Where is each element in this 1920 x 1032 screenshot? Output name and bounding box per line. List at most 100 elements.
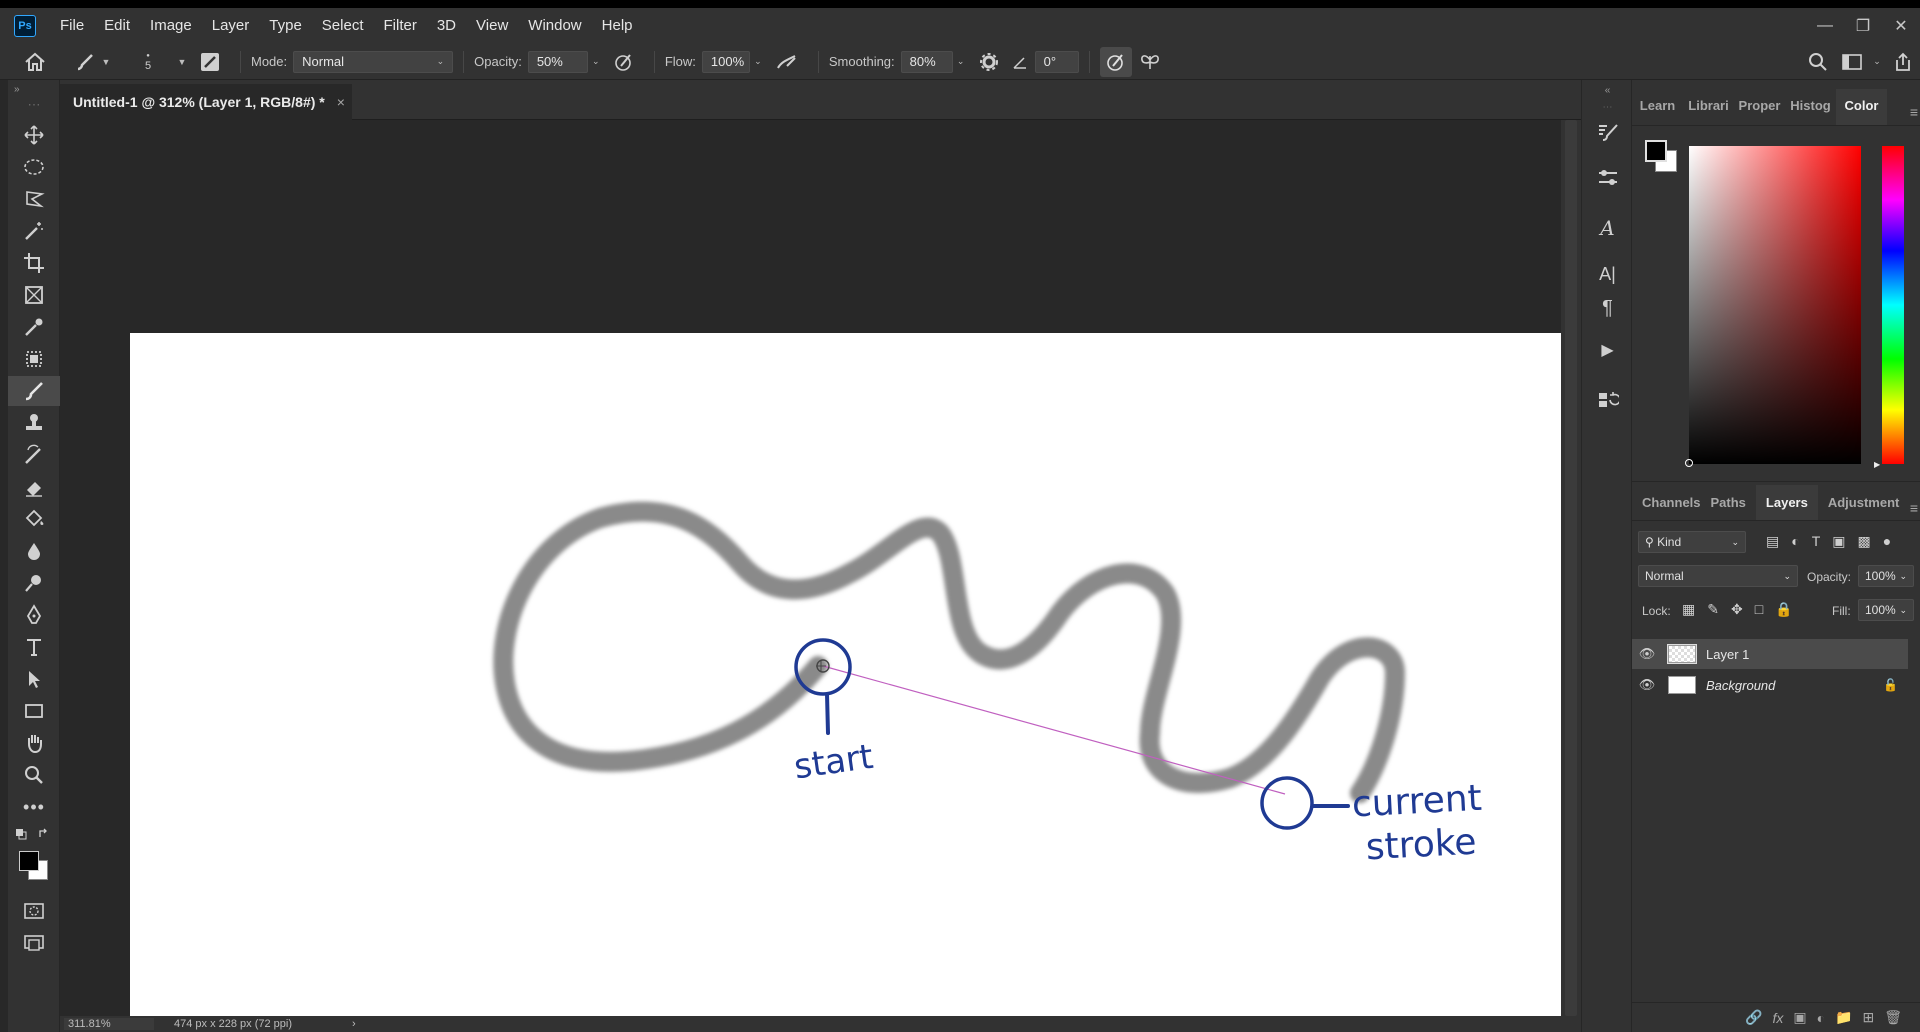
chevron-right-icon[interactable]: › — [352, 1018, 356, 1030]
menu-file[interactable]: File — [50, 8, 94, 44]
search-icon[interactable] — [1800, 44, 1836, 80]
document-canvas[interactable]: start current stroke — [130, 333, 1609, 1032]
opacity-input[interactable]: 50% — [527, 50, 588, 73]
filter-smart-object-icon[interactable]: ▩ — [1858, 533, 1871, 550]
history-panel-icon[interactable] — [1582, 382, 1633, 418]
layer-row-layer-1[interactable]: 👁 Layer 1 — [1632, 639, 1908, 669]
menu-image[interactable]: Image — [140, 8, 202, 44]
adjustments-panel-icon[interactable] — [1582, 160, 1633, 196]
filter-type-icon[interactable]: T — [1812, 533, 1821, 550]
collapse-toolbar-icon[interactable]: » — [8, 82, 60, 96]
tab-layers[interactable]: Layers — [1755, 485, 1818, 520]
foreground-background-swatches[interactable] — [8, 846, 60, 886]
magic-wand-tool-icon[interactable] — [8, 216, 60, 246]
crop-tool-icon[interactable] — [8, 248, 60, 278]
new-group-icon[interactable]: 📁 — [1835, 1009, 1852, 1026]
delete-layer-icon[interactable]: 🗑 — [1884, 1009, 1902, 1026]
fill-input[interactable]: 100% ⌄ — [1858, 599, 1914, 621]
pressure-opacity-icon[interactable] — [604, 44, 644, 80]
spot-healing-tool-icon[interactable] — [8, 344, 60, 374]
menu-select[interactable]: Select — [312, 8, 374, 44]
workspace-icon[interactable] — [1836, 44, 1868, 80]
glyphs-panel-icon[interactable]: A — [1582, 210, 1633, 246]
scrollbar-thumb[interactable] — [1565, 120, 1577, 1016]
brush-size-picker[interactable]: ● 5 — [122, 44, 174, 80]
symmetry-butterfly-icon[interactable] — [1132, 44, 1168, 80]
vertical-scrollbar[interactable] — [1561, 120, 1581, 1016]
brush-settings-icon[interactable] — [190, 44, 230, 80]
lock-position-icon[interactable]: ✥ — [1731, 601, 1743, 618]
layer-opacity-input[interactable]: 100% ⌄ — [1858, 565, 1914, 587]
color-picker-marker[interactable] — [1685, 459, 1693, 467]
share-icon[interactable] — [1886, 44, 1920, 80]
hue-slider-handle[interactable]: ▶ — [1874, 460, 1880, 469]
default-colors-icon[interactable] — [8, 824, 60, 844]
chevron-down-icon[interactable]: ▼ — [174, 44, 190, 80]
home-icon[interactable] — [0, 44, 70, 80]
close-document-icon[interactable]: × — [337, 94, 345, 110]
zoom-level[interactable]: 311.81% — [64, 1018, 154, 1030]
chevron-down-icon[interactable]: ⌄ — [1868, 44, 1886, 80]
panel-menu-icon[interactable]: ≡ — [1910, 104, 1918, 120]
layer-style-fx-icon[interactable]: fx — [1772, 1010, 1783, 1026]
eyedropper-tool-icon[interactable] — [8, 312, 60, 342]
lasso-tool-icon[interactable] — [8, 184, 60, 214]
quick-mask-icon[interactable] — [8, 896, 60, 926]
close-window-button[interactable]: ✕ — [1882, 8, 1920, 44]
new-layer-icon[interactable]: ⊞ — [1862, 1009, 1874, 1026]
tab-adjustments[interactable]: Adjustment — [1818, 495, 1910, 520]
visibility-eye-icon[interactable]: 👁 — [1632, 677, 1662, 693]
chevron-down-icon[interactable]: ⌄ — [750, 44, 766, 80]
tab-learn[interactable]: Learn — [1632, 89, 1683, 125]
blur-tool-icon[interactable] — [8, 536, 60, 566]
paint-bucket-tool-icon[interactable] — [8, 504, 60, 534]
screen-mode-icon[interactable] — [8, 928, 60, 958]
menu-help[interactable]: Help — [592, 8, 643, 44]
mode-dropdown[interactable]: Normal ⌄ — [293, 50, 454, 73]
filter-pixel-icon[interactable]: ▤ — [1766, 533, 1779, 550]
lock-artboard-icon[interactable]: □ — [1755, 601, 1763, 618]
pen-tool-icon[interactable] — [8, 600, 60, 630]
foreground-color-swatch[interactable] — [19, 851, 39, 871]
foreground-swatch[interactable] — [1645, 140, 1667, 162]
smoothing-settings-gear-icon[interactable] — [969, 44, 1009, 80]
visibility-eye-icon[interactable]: 👁 — [1632, 646, 1662, 662]
color-saturation-field[interactable] — [1689, 146, 1861, 464]
frame-tool-icon[interactable] — [8, 280, 60, 310]
airbrush-icon[interactable] — [766, 44, 808, 80]
canvas-workspace[interactable]: start current stroke — [60, 120, 1609, 1032]
restore-button[interactable]: ❐ — [1844, 8, 1882, 44]
rectangle-tool-icon[interactable] — [8, 696, 60, 726]
clone-stamp-tool-icon[interactable] — [8, 408, 60, 438]
blend-mode-dropdown[interactable]: Normal ⌄ — [1638, 565, 1798, 587]
flow-input[interactable]: 100% — [701, 50, 750, 73]
character-panel-icon[interactable]: A| — [1582, 256, 1633, 292]
menu-view[interactable]: View — [466, 8, 518, 44]
minimize-button[interactable]: — — [1806, 8, 1844, 44]
path-selection-tool-icon[interactable] — [8, 664, 60, 694]
menu-layer[interactable]: Layer — [202, 8, 260, 44]
chevron-down-icon[interactable]: ⌄ — [953, 44, 969, 80]
tab-libraries[interactable]: Librari — [1683, 89, 1734, 125]
adjustment-layer-icon[interactable]: ◐ — [1817, 1010, 1825, 1026]
type-tool-icon[interactable] — [8, 632, 60, 662]
tab-color[interactable]: Color — [1836, 89, 1887, 125]
dodge-tool-icon[interactable] — [8, 568, 60, 598]
filter-adjustment-icon[interactable]: ◐ — [1791, 533, 1799, 550]
menu-filter[interactable]: Filter — [374, 8, 427, 44]
zoom-tool-icon[interactable] — [8, 760, 60, 790]
pressure-size-icon[interactable] — [1099, 46, 1132, 77]
hand-tool-icon[interactable] — [8, 728, 60, 758]
hue-slider[interactable] — [1882, 146, 1904, 464]
tab-channels[interactable]: Channels — [1632, 495, 1711, 520]
move-tool-icon[interactable] — [8, 120, 60, 150]
history-brush-tool-icon[interactable] — [8, 440, 60, 470]
tab-untitled-1[interactable]: Untitled-1 @ 312% (Layer 1, RGB/8#) * × — [60, 84, 352, 120]
layers-panel-menu-icon[interactable]: ≡ — [1910, 500, 1918, 516]
filter-shape-icon[interactable]: ▣ — [1832, 533, 1845, 550]
tab-histogram[interactable]: Histog — [1785, 89, 1836, 125]
brush-preset-icon[interactable]: ▼ — [70, 44, 114, 80]
paragraph-panel-icon[interactable]: ¶ — [1582, 290, 1633, 326]
eraser-tool-icon[interactable] — [8, 472, 60, 502]
tab-properties[interactable]: Proper — [1734, 89, 1785, 125]
